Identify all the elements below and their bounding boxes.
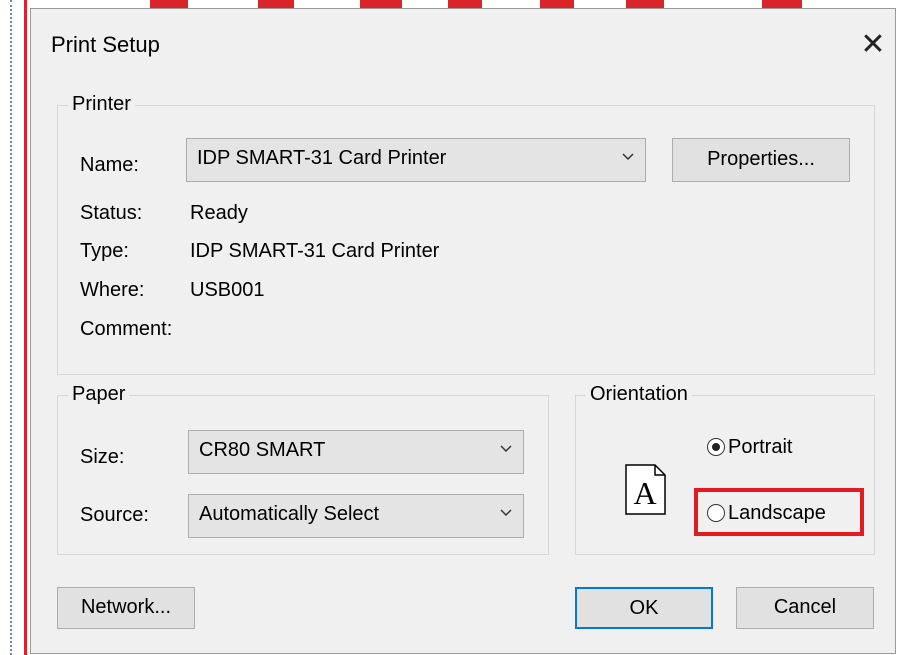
landscape-radio[interactable]	[707, 504, 725, 522]
chevron-down-icon	[500, 445, 512, 453]
properties-button[interactable]: Properties...	[672, 138, 850, 182]
orientation-group-label: Orientation	[586, 383, 692, 406]
printer-comment-label: Comment:	[80, 318, 173, 340]
printer-name-dropdown[interactable]: IDP SMART-31 Card Printer	[186, 138, 646, 182]
printer-name-label: Name:	[80, 154, 139, 176]
printer-where-value: USB001	[190, 279, 265, 301]
chevron-down-icon	[500, 509, 512, 517]
dialog-title: Print Setup	[51, 32, 160, 57]
printer-group-label: Printer	[68, 93, 135, 116]
printer-type-label: Type:	[80, 240, 129, 262]
print-setup-dialog: Print Setup ✕ Printer Name: IDP SMART-31…	[30, 8, 896, 654]
portrait-label[interactable]: Portrait	[728, 436, 792, 459]
paper-group: Paper Size: CR80 SMART Source: Automatic…	[57, 383, 549, 555]
portrait-radio[interactable]	[707, 438, 725, 456]
cancel-button[interactable]: Cancel	[736, 587, 874, 629]
paper-group-label: Paper	[68, 383, 130, 406]
background-document-dotted-edge	[10, 0, 12, 655]
landscape-label[interactable]: Landscape	[728, 502, 826, 525]
printer-status-value: Ready	[190, 202, 248, 224]
network-button[interactable]: Network...	[57, 587, 195, 629]
printer-where-label: Where:	[80, 279, 145, 301]
radio-selected-dot	[712, 443, 720, 451]
paper-size-value: CR80 SMART	[199, 439, 326, 461]
printer-name-value: IDP SMART-31 Card Printer	[197, 147, 447, 169]
printer-type-value: IDP SMART-31 Card Printer	[190, 240, 440, 262]
printer-status-label: Status:	[80, 202, 143, 224]
close-icon[interactable]: ✕	[855, 27, 891, 63]
chevron-down-icon	[622, 153, 634, 161]
paper-size-dropdown[interactable]: CR80 SMART	[188, 430, 524, 474]
page-icon-letter: A	[633, 475, 656, 511]
page-orientation-icon: A	[625, 464, 666, 515]
ok-button[interactable]: OK	[575, 587, 713, 629]
paper-source-value: Automatically Select	[199, 503, 380, 525]
orientation-group: Orientation Portrait Landscape	[575, 383, 875, 555]
paper-size-label: Size:	[80, 446, 125, 468]
paper-source-label: Source:	[80, 504, 149, 526]
paper-source-dropdown[interactable]: Automatically Select	[188, 494, 524, 538]
printer-group: Printer Name: IDP SMART-31 Card Printer …	[57, 93, 875, 375]
background-document-red-line	[24, 0, 27, 655]
